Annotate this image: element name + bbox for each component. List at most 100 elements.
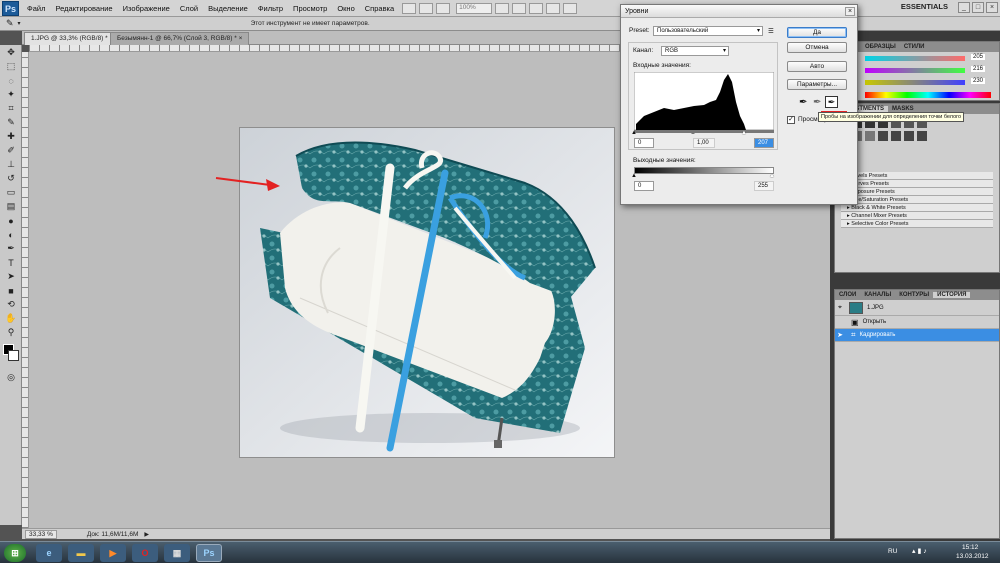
blur-tool-icon[interactable]: ● <box>2 214 20 227</box>
preset-options-icon[interactable]: ☰ <box>768 27 774 35</box>
gradient-map-icon[interactable] <box>917 131 927 141</box>
history-brush-tool-icon[interactable]: ↺ <box>2 172 20 185</box>
preset-black-white[interactable]: ▸ Black & White Presets <box>841 204 993 212</box>
rotate-view-button[interactable] <box>529 2 544 14</box>
input-white-field[interactable]: 207 <box>754 138 774 148</box>
blue-slider[interactable] <box>865 80 965 85</box>
input-black-handle[interactable]: ▲ <box>631 130 637 136</box>
start-button-icon[interactable]: ⊞ <box>4 544 26 562</box>
folder-icon[interactable]: ▬ <box>68 544 94 562</box>
photoshop-taskbar-icon[interactable]: Ps <box>196 544 222 562</box>
ok-button[interactable]: Да <box>787 27 847 38</box>
workspace-switcher[interactable]: ESSENTIALS <box>901 2 948 11</box>
tab-swatches[interactable]: ОБРАЗЦЫ <box>861 44 900 50</box>
menu-select[interactable]: Выделение <box>203 4 253 13</box>
lasso-tool-icon[interactable]: ◌ <box>2 74 20 87</box>
view-extras-button[interactable] <box>436 2 451 14</box>
history-brush-source-icon[interactable]: ⌖ <box>835 303 845 313</box>
screen-mode-button[interactable] <box>563 2 578 14</box>
tab-styles[interactable]: СТИЛИ <box>900 44 929 50</box>
path-select-tool-icon[interactable]: ➤ <box>2 270 20 283</box>
crop-tool-icon[interactable]: ⌗ <box>2 102 20 115</box>
quick-mask-icon[interactable]: ◎ <box>2 371 20 384</box>
type-tool-icon[interactable]: T <box>2 256 20 269</box>
threshold-icon[interactable] <box>904 131 914 141</box>
menu-window[interactable]: Окно <box>332 4 359 13</box>
output-black-handle[interactable]: ▲ <box>631 173 637 179</box>
launch-bridge-button[interactable] <box>402 2 417 14</box>
invert-icon[interactable] <box>878 131 888 141</box>
eyedropper-tool-icon[interactable]: ✎ <box>6 18 14 29</box>
menu-image[interactable]: Изображение <box>118 4 175 13</box>
tab-channels[interactable]: КАНАЛЫ <box>860 292 895 298</box>
preset-levels[interactable]: ▸ Levels Presets <box>841 172 993 180</box>
blue-value[interactable]: 230 <box>971 78 986 84</box>
input-gamma-handle[interactable]: ▲ <box>690 130 696 136</box>
menu-file[interactable]: Файл <box>22 4 50 13</box>
color-spectrum[interactable] <box>865 92 991 98</box>
gray-point-eyedropper-icon[interactable]: ✒ <box>813 97 821 108</box>
pen-tool-icon[interactable]: ✒ <box>2 242 20 255</box>
menu-edit[interactable]: Редактирование <box>50 4 117 13</box>
tab-layers[interactable]: СЛОИ <box>835 292 860 298</box>
green-slider[interactable] <box>865 68 965 73</box>
healing-brush-tool-icon[interactable]: ✚ <box>2 130 20 143</box>
opera-icon[interactable]: O <box>132 544 158 562</box>
history-item-crop[interactable]: ➤ ⌗ Кадрировать <box>835 329 999 342</box>
app-icon[interactable]: ▦ <box>164 544 190 562</box>
minimize-icon[interactable]: _ <box>958 2 970 13</box>
options-button[interactable]: Параметры... <box>787 79 847 90</box>
dialog-close-icon[interactable]: × <box>845 7 855 16</box>
input-white-handle[interactable]: ▲ <box>741 130 747 136</box>
hand-tool-button[interactable] <box>495 2 510 14</box>
zoom-level-field[interactable]: 100% <box>456 2 493 14</box>
status-arrow-icon[interactable]: ▶ <box>144 531 149 538</box>
menu-layer[interactable]: Слой <box>175 4 203 13</box>
menu-help[interactable]: Справка <box>360 4 399 13</box>
output-white-handle[interactable]: ▲ <box>769 173 775 179</box>
tab-history[interactable]: ИСТОРИЯ <box>933 292 971 298</box>
posterize-icon[interactable] <box>891 131 901 141</box>
quick-select-tool-icon[interactable]: ✦ <box>2 88 20 101</box>
history-item-open[interactable]: ▣ Открыть <box>835 316 999 329</box>
doc-tab-active[interactable]: 1.JPG @ 33,3% (RGB/8) * × <box>24 32 121 45</box>
arrange-documents-button[interactable] <box>546 2 561 14</box>
preset-curves[interactable]: ▸ Curves Presets <box>841 180 993 188</box>
white-point-eyedropper-icon[interactable]: ✒ <box>825 96 838 108</box>
channel-select[interactable]: RGB ▾ <box>661 46 729 56</box>
red-value[interactable]: 205 <box>971 54 986 60</box>
preview-checkbox[interactable]: ✓ <box>787 116 795 124</box>
marquee-tool-icon[interactable]: ⬚ <box>2 60 20 73</box>
launch-minibridge-button[interactable] <box>419 2 434 14</box>
cancel-button[interactable]: Отмена <box>787 42 847 53</box>
preset-exposure[interactable]: ▸ Exposure Presets <box>841 188 993 196</box>
auto-button[interactable]: Авто <box>787 61 847 72</box>
document-image[interactable] <box>240 128 614 457</box>
ie-icon[interactable]: e <box>36 544 62 562</box>
tray-icons[interactable]: ▴ ▮ ♪ <box>912 547 927 555</box>
channel-mixer-icon[interactable] <box>865 131 875 141</box>
output-black-field[interactable]: 0 <box>634 181 654 191</box>
dodge-tool-icon[interactable]: ◐ <box>2 228 20 241</box>
eyedropper-tool-icon[interactable]: ✎ <box>2 116 20 129</box>
zoom-tool-button[interactable] <box>512 2 527 14</box>
shape-tool-icon[interactable]: ■ <box>2 284 20 297</box>
menu-view[interactable]: Просмотр <box>288 4 332 13</box>
output-white-field[interactable]: 255 <box>754 181 774 191</box>
clone-stamp-tool-icon[interactable]: ⊥ <box>2 158 20 171</box>
maximize-icon[interactable]: □ <box>972 2 984 13</box>
hand-tool-icon[interactable]: ✋ <box>2 312 20 325</box>
black-point-eyedropper-icon[interactable]: ✒ <box>799 97 807 108</box>
menu-filter[interactable]: Фильтр <box>253 4 288 13</box>
tab-paths[interactable]: КОНТУРЫ <box>895 292 933 298</box>
preset-select[interactable]: Пользовательский ▾ <box>653 26 763 36</box>
background-color-swatch[interactable] <box>8 350 19 361</box>
zoom-tool-icon[interactable]: ⚲ <box>2 326 20 339</box>
red-slider[interactable] <box>865 56 965 61</box>
clock-date[interactable]: 13.03.2012 <box>956 553 989 560</box>
preset-selective-color[interactable]: ▸ Selective Color Presets <box>841 220 993 228</box>
preset-hue-saturation[interactable]: ▸ Hue/Saturation Presets <box>841 196 993 204</box>
history-snapshot[interactable]: ⌖ 1.JPG <box>835 300 999 316</box>
doc-tab-inactive[interactable]: Безымянн-1 @ 66,7% (Слой 3, RGB/8) * × <box>110 32 250 45</box>
color-swatches[interactable] <box>0 342 21 370</box>
